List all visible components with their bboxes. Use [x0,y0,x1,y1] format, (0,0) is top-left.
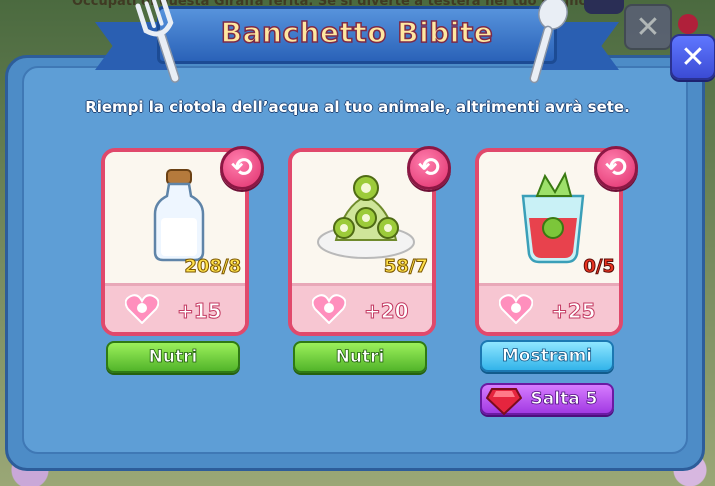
reward-bar: +25 [479,283,619,332]
reward-bar: +20 [292,283,432,332]
skip-label: Salta 5 [530,389,598,410]
background-close-icon: ✕ [624,4,672,50]
reward-value: +25 [551,299,597,324]
reward-value: +20 [364,299,410,324]
instructions-text: Riempi la ciotola dell’acqua al tuo anim… [85,98,630,116]
love-heart-icon [125,294,159,324]
background-ornament [678,14,698,34]
skip-button[interactable]: Salta 5 [480,383,614,415]
show-me-button[interactable]: Mostrami [480,340,614,372]
fruit-drink-icon [521,171,585,264]
dialog-title: Banchetto Bibite [220,15,494,50]
item-count: 58/7 [383,256,428,278]
love-heart-icon [499,294,533,324]
refresh-icon[interactable]: ⟲ [220,146,264,190]
feed-button[interactable]: Nutri [293,341,427,373]
refresh-icon[interactable]: ⟲ [407,146,451,190]
reward-bar: +15 [105,283,245,332]
refresh-icon[interactable]: ⟲ [594,146,638,190]
item-count: 208/8 [184,256,242,278]
reward-value: +15 [177,299,223,324]
feed-button[interactable]: Nutri [106,341,240,373]
kiwi-plate-icon [317,175,415,259]
ruby-gem-icon [486,388,522,415]
milk-bottle-icon [153,169,205,262]
item-count: 0/5 [583,256,616,278]
close-button[interactable]: ✕ [670,34,715,80]
love-heart-icon [312,294,346,324]
